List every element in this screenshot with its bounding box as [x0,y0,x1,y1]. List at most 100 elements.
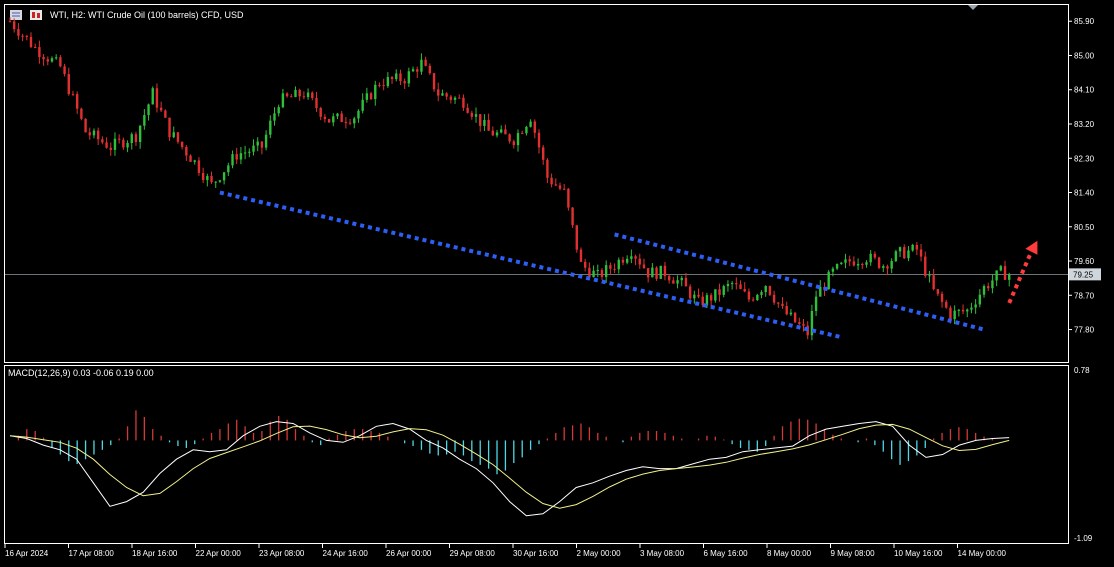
chart-canvas[interactable]: WTI, H2: WTI Crude Oil (100 barrels) CFD… [0,0,1114,567]
candle-body [441,93,444,96]
candle-body [71,94,75,96]
candle-body [877,257,881,268]
candle-body [504,129,507,135]
candle-body [449,96,453,100]
candle-body [588,267,591,277]
y-tick-label: 82.30 [1074,154,1095,163]
y-tick-label: 85.00 [1074,51,1095,60]
candle-body [311,92,314,99]
candle-body [290,96,293,98]
candle-body [785,305,788,315]
candle-body [835,264,839,269]
y-tick-label: 81.40 [1074,189,1095,198]
candle-body [558,185,562,189]
candle-body [340,113,343,122]
candle-body [101,139,104,143]
candle-body [281,93,285,108]
candle-body [138,125,142,142]
x-tick-label: 18 Apr 16:00 [132,549,178,558]
candle-body [8,21,12,23]
candle-body [222,172,226,181]
candle-body [583,261,587,268]
candle-body [54,57,58,59]
candle-body [374,84,377,100]
candle-body [793,312,797,323]
candle-body [264,134,268,148]
candle-body [508,134,511,142]
candle-body [966,309,969,312]
candle-body [105,142,108,148]
y-tick-label: 77.80 [1074,326,1095,335]
candle-body [638,258,641,265]
candle-body [953,310,956,320]
candle-body [33,46,37,48]
candle-body [365,93,369,100]
candle-body [789,312,793,315]
candle-body [243,152,247,154]
candle-body [714,289,717,301]
candle-body [357,110,360,119]
candle-body [663,265,667,277]
candle-body [143,115,146,126]
candle-body [625,258,629,263]
candle-body [987,286,990,289]
x-tick-label: 10 May 16:00 [894,549,943,558]
candle-body [730,283,734,285]
candle-body [924,256,927,276]
candle-body [898,247,902,252]
macd-top-label: 0.78 [1074,366,1090,375]
candle-body [453,97,457,100]
candle-body [164,110,167,118]
candle-body [840,262,843,265]
candle-body [315,98,318,108]
candle-body [882,266,885,268]
candle-body [957,309,961,311]
candle-body [420,59,423,72]
candle-body [206,176,209,181]
x-tick-label: 8 May 00:00 [767,549,812,558]
candle-body [768,286,772,295]
y-tick-label: 80.50 [1074,223,1095,232]
candle-body [936,289,940,294]
candle-body [915,244,919,250]
candle-body [659,265,662,279]
candle-body [117,138,121,140]
candle-body [458,97,461,99]
candle-body [407,71,411,84]
candle-body [550,177,553,185]
candle-body [277,107,280,114]
menu-icon[interactable] [10,10,22,20]
candle-body [541,147,545,160]
candle-body [151,88,154,105]
candle-body [949,307,952,320]
candle-body [928,275,931,277]
y-tick-label: 78.70 [1074,291,1095,300]
candle-body [604,265,608,278]
candle-body [197,160,201,173]
candle-body [445,93,448,97]
candle-body [12,21,16,30]
candle-body [802,323,805,326]
candle-body [932,275,935,290]
chart-type-icon[interactable] [30,10,42,20]
candle-body [978,294,982,305]
candle-body [424,59,427,66]
candle-body [651,267,654,278]
candle-body [646,268,650,278]
candle-body [344,121,348,123]
candle-body [63,66,66,75]
candle-body [96,130,100,140]
candle-body [579,249,583,262]
candle-body [676,280,679,284]
candle-body [777,302,780,304]
candle-body [483,119,486,126]
candle-body [814,296,818,311]
candle-body [155,88,159,108]
candle-body [903,247,906,259]
candle-body [50,58,54,62]
candle-body [390,76,394,80]
candle-body [319,107,322,117]
candle-body [323,116,327,120]
candle-body [760,292,763,295]
candle-body [991,280,994,289]
